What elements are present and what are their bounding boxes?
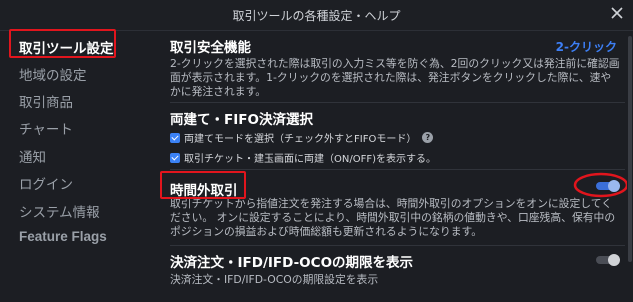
divider [170, 169, 625, 170]
scrollbar-track[interactable] [627, 31, 633, 271]
expiry-toggle[interactable] [596, 254, 620, 266]
checkbox-icon[interactable] [170, 152, 180, 163]
section-title-fifo: 両建て・FIFO決済選択 [170, 112, 313, 128]
divider [170, 102, 625, 103]
sidebar-item-system-info[interactable]: システム情報 [19, 201, 100, 221]
section-title-safety: 取引安全機能 [170, 40, 251, 56]
settings-content: 取引安全機能 2-クリック 2-クリックを選択された際は取引の入力ミス等を防ぐ為… [170, 31, 625, 302]
sidebar-item-products[interactable]: 取引商品 [19, 91, 73, 111]
title-bar: 取引ツールの各種設定・ヘルプ [0, 0, 633, 31]
highlight-circle-toggle [573, 172, 629, 198]
sidebar-item-region[interactable]: 地域の設定 [19, 64, 87, 84]
divider [170, 245, 625, 246]
scrollbar-thumb[interactable] [628, 36, 632, 262]
window-title: 取引ツールの各種設定・ヘルプ [232, 9, 401, 23]
safety-mode-select[interactable]: 2-クリック [556, 38, 617, 55]
close-icon[interactable] [609, 5, 625, 21]
sidebar-item-notifications[interactable]: 通知 [19, 146, 46, 166]
fifo-option-hedge-mode[interactable]: 両建てモードを選択（チェック外すとFIFOモード） ? [170, 130, 434, 145]
safety-description: 2-クリックを選択された際は取引の入力ミス等を防ぐ為、2回のクリック又は発注前に… [170, 57, 620, 99]
settings-sidebar: 取引ツール設定 地域の設定 取引商品 チャート 通知 ログイン システム情報 F… [0, 31, 158, 302]
sidebar-item-chart[interactable]: チャート [19, 118, 73, 138]
fifo-option-label: 取引チケット・建玉画面に両建（ON/OFF)を表示する。 [184, 154, 436, 165]
after-hours-description: 取引チケットから指値注文を発注する場合は、時間外取引のオプションをオンに設定して… [170, 197, 616, 239]
toggle-knob [608, 254, 620, 266]
checkbox-icon[interactable] [170, 132, 180, 143]
sidebar-item-login[interactable]: ログイン [19, 173, 73, 193]
highlight-box-after-hours-title [160, 171, 246, 199]
sidebar-item-feature-flags[interactable]: Feature Flags [19, 229, 107, 244]
section-title-expiry: 決済注文・IFD/IFD-OCOの期限を表示 [170, 255, 414, 271]
expiry-description: 決済注文・IFD/IFD-OCOの期限設定を表示 [170, 273, 379, 286]
fifo-option-label: 両建てモードを選択（チェック外すとFIFOモード） [184, 134, 417, 145]
fifo-option-show-hedge[interactable]: 取引チケット・建玉画面に両建（ON/OFF)を表示する。 [170, 150, 436, 165]
highlight-box-sidebar [9, 29, 116, 58]
help-icon[interactable]: ? [422, 132, 434, 143]
